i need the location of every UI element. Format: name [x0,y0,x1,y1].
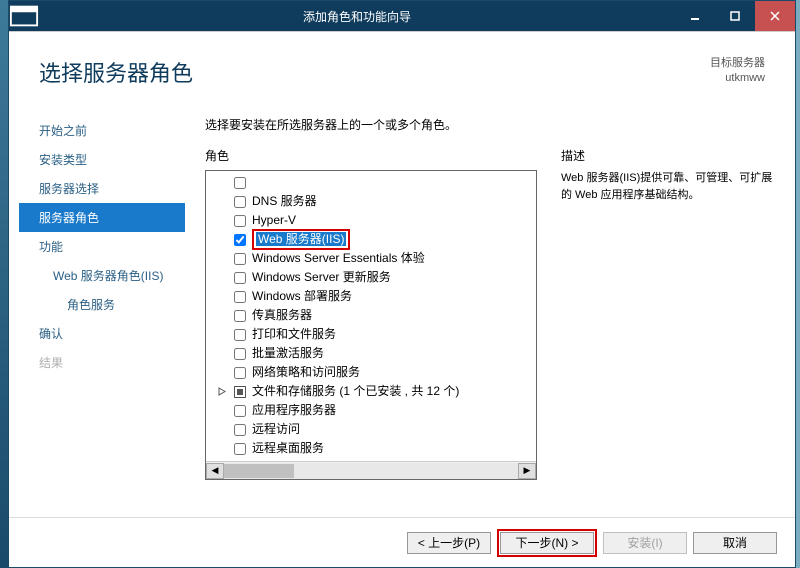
list-item[interactable]: DNS 服务器 [206,192,536,211]
role-checkbox[interactable] [234,272,246,284]
role-label: Hyper-V [252,212,296,229]
wizard-footer: < 上一步(P) 下一步(N) > 安装(I) 取消 [9,517,795,567]
maximize-button[interactable] [715,1,755,31]
scroll-left-button[interactable]: ◀ [206,463,224,479]
window-title: 添加角色和功能向导 [39,8,675,25]
close-button[interactable] [755,1,795,31]
role-label: Windows Server Essentials 体验 [252,250,425,267]
role-label: Windows Server 更新服务 [252,269,391,286]
list-item[interactable]: Windows Server 更新服务 [206,268,536,287]
role-checkbox[interactable] [234,177,246,189]
list-item[interactable]: Windows Server Essentials 体验 [206,249,536,268]
destination-box: 目标服务器 utkmww [710,56,765,87]
previous-button[interactable]: < 上一步(P) [407,532,491,554]
role-checkbox[interactable] [234,443,246,455]
app-icon [9,1,39,31]
role-label: 网络策略和访问服务 [252,364,360,381]
role-label: 批量激活服务 [252,345,324,362]
role-label: 文件和存储服务 (1 个已安装 , 共 12 个) [252,383,459,400]
list-item[interactable] [206,173,536,192]
wizard-step[interactable]: Web 服务器角色(IIS) [19,261,185,290]
role-label: 远程访问 [252,421,300,438]
titlebar[interactable]: 添加角色和功能向导 [9,1,795,31]
role-label: DNS 服务器 [252,193,317,210]
wizard-step[interactable]: 角色服务 [19,290,185,319]
role-description: Web 服务器(IIS)提供可靠、可管理、可扩展的 Web 应用程序基础结构。 [561,170,781,203]
role-label: 远程桌面服务 [252,440,324,457]
list-item[interactable]: 打印和文件服务 [206,325,536,344]
role-checkbox[interactable] [234,234,246,246]
next-button[interactable]: 下一步(N) > [500,532,594,554]
list-item[interactable]: Windows 部署服务 [206,287,536,306]
list-item[interactable]: 网络策略和访问服务 [206,363,536,382]
expand-icon[interactable] [216,385,229,398]
description-column-label: 描述 [561,147,781,164]
cancel-button[interactable]: 取消 [693,532,777,554]
role-checkbox[interactable] [234,424,246,436]
role-checkbox[interactable] [234,367,246,379]
list-item[interactable]: 批量激活服务 [206,344,536,363]
wizard-step[interactable]: 确认 [19,319,185,348]
role-label: 传真服务器 [252,307,312,324]
wizard-step[interactable]: 功能 [19,232,185,261]
role-checkbox-partial[interactable] [234,386,246,398]
list-item[interactable]: 应用程序服务器 [206,401,536,420]
role-checkbox[interactable] [234,329,246,341]
install-button: 安装(I) [603,532,687,554]
role-checkbox[interactable] [234,215,246,227]
roles-tree[interactable]: DNS 服务器 Hyper-V Web 服务器(IIS) Windows Server… [205,170,537,480]
roles-column-label: 角色 [205,147,537,164]
role-checkbox[interactable] [234,196,246,208]
wizard-step[interactable]: 服务器角色 [19,203,185,232]
role-checkbox[interactable] [234,348,246,360]
wizard-step[interactable]: 安装类型 [19,145,185,174]
role-label: 应用程序服务器 [252,402,336,419]
instruction-text: 选择要安装在所选服务器上的一个或多个角色。 [205,116,781,133]
role-highlight: Web 服务器(IIS) [252,229,350,250]
wizard-step[interactable]: 服务器选择 [19,174,185,203]
list-item[interactable]: 远程访问 [206,420,536,439]
scroll-track[interactable] [224,463,518,479]
wizard-step: 结果 [19,348,185,377]
destination-value: utkmww [710,71,765,86]
scroll-right-button[interactable]: ▶ [518,463,536,479]
scroll-thumb[interactable] [224,464,294,478]
list-item[interactable]: Hyper-V [206,211,536,230]
role-checkbox[interactable] [234,291,246,303]
role-checkbox[interactable] [234,310,246,322]
destination-label: 目标服务器 [710,56,765,71]
page-title: 选择服务器角色 [39,56,193,88]
list-item[interactable]: 远程桌面服务 [206,439,536,458]
role-label: Windows 部署服务 [252,288,352,305]
next-button-highlight: 下一步(N) > [497,529,597,557]
wizard-window: 添加角色和功能向导 选择服务器角色 目标服务器 utkmww 开始之前安装类型服… [8,0,796,568]
role-label: 打印和文件服务 [252,326,336,343]
role-label: Web 服务器(IIS) [256,232,346,246]
wizard-step[interactable]: 开始之前 [19,116,185,145]
list-item[interactable]: Web 服务器(IIS) [206,230,536,249]
role-checkbox[interactable] [234,253,246,265]
minimize-button[interactable] [675,1,715,31]
list-item[interactable]: 传真服务器 [206,306,536,325]
list-item[interactable]: 文件和存储服务 (1 个已安装 , 共 12 个) [206,382,536,401]
role-checkbox[interactable] [234,405,246,417]
wizard-steps-sidebar: 开始之前安装类型服务器选择服务器角色功能Web 服务器角色(IIS)角色服务确认… [19,106,185,517]
horizontal-scrollbar[interactable]: ◀ ▶ [206,461,536,479]
